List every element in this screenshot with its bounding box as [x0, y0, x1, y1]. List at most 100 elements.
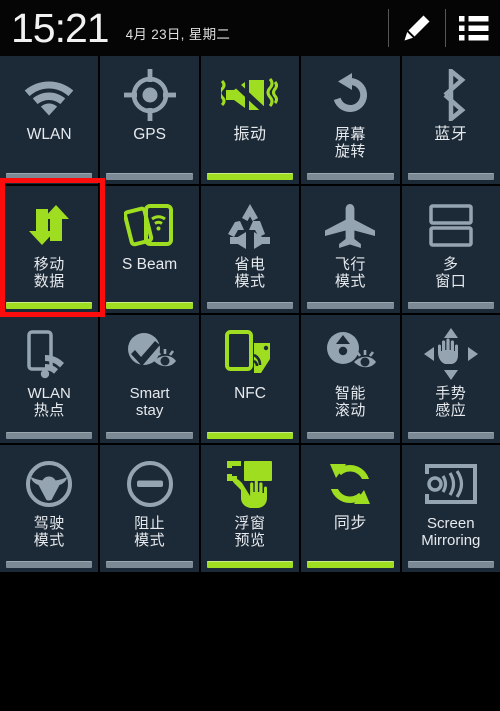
tile-state-bar: [407, 431, 494, 439]
blocking-circle-icon: [100, 453, 198, 515]
tile-label: NFC: [234, 385, 266, 402]
tile-floating-preview[interactable]: 浮窗 预览: [200, 444, 300, 572]
airplane-icon: [301, 194, 399, 256]
pencil-edit-icon[interactable]: [391, 0, 443, 56]
gps-crosshair-icon: [100, 64, 198, 126]
tile-bluetooth[interactable]: 蓝牙: [401, 56, 500, 184]
tile-label-2: 模式: [134, 531, 166, 549]
tile-nfc[interactable]: NFC: [200, 315, 300, 443]
tile-state-bar: [6, 302, 93, 309]
tile-gesture-sensing[interactable]: 手势 感应: [401, 315, 500, 443]
tile-label: 蓝牙: [434, 126, 468, 143]
tile-sync[interactable]: 同步: [301, 444, 400, 572]
status-divider-2: [445, 9, 446, 47]
tile-state-bar: [206, 431, 294, 439]
tile-label: GPS: [133, 126, 166, 143]
tile-blocking-mode[interactable]: 阻止 模式: [100, 444, 199, 572]
tile-label: 同步: [333, 514, 367, 532]
vibrate-mute-icon: [201, 64, 299, 126]
floating-preview-icon: [201, 453, 299, 515]
tile-label: 振动: [233, 126, 267, 143]
tile-state-bar: [307, 561, 394, 568]
tile-airplane-mode[interactable]: 飞行 模式: [301, 185, 400, 313]
wifi-icon: [0, 64, 98, 126]
tile-state-bar: [6, 561, 93, 568]
tile-label: Screen: [427, 514, 475, 532]
tile-state-bar: [307, 172, 394, 180]
tile-mobile-data[interactable]: 移动 数据: [0, 185, 99, 313]
clock-date: 4月 23日, 星期二: [125, 26, 231, 42]
tile-label-2: Mirroring: [421, 531, 481, 549]
tile-label: 阻止: [134, 514, 166, 532]
smart-stay-icon: [100, 323, 198, 385]
clock-time: 15:21: [11, 4, 110, 51]
nfc-icon: [201, 323, 299, 385]
tile-state-bar: [106, 302, 193, 309]
tile-state-bar: [6, 172, 93, 180]
tile-label: 多: [443, 255, 459, 273]
tile-smart-scroll[interactable]: 智能 滚动: [301, 315, 400, 443]
recycle-icon: [201, 194, 299, 256]
tile-smart-stay[interactable]: Smart stay: [100, 315, 199, 443]
tile-label: 驾驶: [33, 514, 65, 532]
tile-label-2: 滚动: [334, 402, 366, 420]
tile-label: 移动: [33, 255, 65, 273]
tile-label-2: 模式: [33, 531, 65, 549]
steering-wheel-icon: [0, 453, 98, 515]
tile-label: Smart: [129, 385, 170, 402]
tile-state-bar: [407, 561, 494, 568]
tile-screen-mirroring[interactable]: Screen Mirroring: [401, 444, 500, 572]
tile-vibration[interactable]: 振动: [200, 56, 300, 184]
tile-label: WLAN: [26, 126, 72, 143]
gesture-hand-icon: [402, 323, 500, 385]
tile-label-2: 窗口: [435, 272, 467, 290]
tile-label: 手势: [435, 385, 467, 402]
tile-wlan[interactable]: WLAN: [0, 56, 99, 184]
tile-state-bar: [206, 302, 294, 309]
tile-multi-window[interactable]: 多 窗口: [401, 185, 500, 313]
multi-window-icon: [402, 194, 500, 256]
tile-state-bar: [206, 561, 294, 568]
data-arrows-icon: [0, 194, 98, 256]
tile-label: 飞行: [334, 255, 366, 273]
tile-label-2: 感应: [435, 402, 467, 420]
tile-label-2: 预览: [234, 531, 266, 549]
tile-label: S Beam: [122, 255, 178, 273]
tile-state-bar: [6, 431, 93, 439]
tile-s-beam[interactable]: S Beam: [100, 185, 199, 313]
status-bar: 15:21 4月 23日, 星期二: [0, 0, 500, 56]
bluetooth-icon: [402, 64, 500, 126]
status-bar-actions: [386, 0, 500, 56]
tile-label-2: 数据: [33, 272, 65, 290]
tile-state-bar: [106, 431, 193, 439]
tile-driving-mode[interactable]: 驾驶 模式: [0, 444, 99, 572]
tile-label: 浮窗: [234, 514, 266, 532]
list-menu-icon[interactable]: [448, 0, 500, 56]
tile-state-bar: [407, 172, 494, 180]
tile-label: 屏幕: [334, 126, 366, 143]
tile-screen-rotation[interactable]: 屏幕 旋转: [301, 56, 400, 184]
tile-label-2: stay: [135, 402, 164, 420]
s-beam-icon: [100, 194, 198, 256]
tile-wlan-hotspot[interactable]: WLAN 热点: [0, 315, 99, 443]
tile-label-2: 模式: [234, 272, 266, 290]
tile-state-bar: [307, 302, 394, 309]
tile-label: WLAN: [27, 385, 71, 402]
tile-state-bar: [307, 431, 394, 439]
tile-state-bar: [106, 172, 193, 180]
quick-settings-grid: WLAN GPS 振动 屏幕 旋转 蓝牙 移动 数据 S Beam 省电 模式 …: [0, 56, 500, 572]
tile-state-bar: [106, 561, 193, 568]
tile-label: 智能: [334, 385, 366, 402]
status-divider-1: [388, 9, 389, 47]
sync-icon: [301, 453, 399, 515]
tile-label-2: 热点: [33, 402, 65, 420]
tile-gps[interactable]: GPS: [100, 56, 199, 184]
tile-label-2: 模式: [334, 272, 366, 290]
tile-state-bar: [407, 302, 494, 309]
hotspot-icon: [0, 323, 98, 385]
tile-state-bar: [206, 172, 294, 180]
screen-mirroring-icon: [402, 453, 500, 515]
tile-power-saving[interactable]: 省电 模式: [200, 185, 300, 313]
tile-label-2: 旋转: [334, 143, 366, 161]
rotate-icon: [301, 64, 399, 126]
